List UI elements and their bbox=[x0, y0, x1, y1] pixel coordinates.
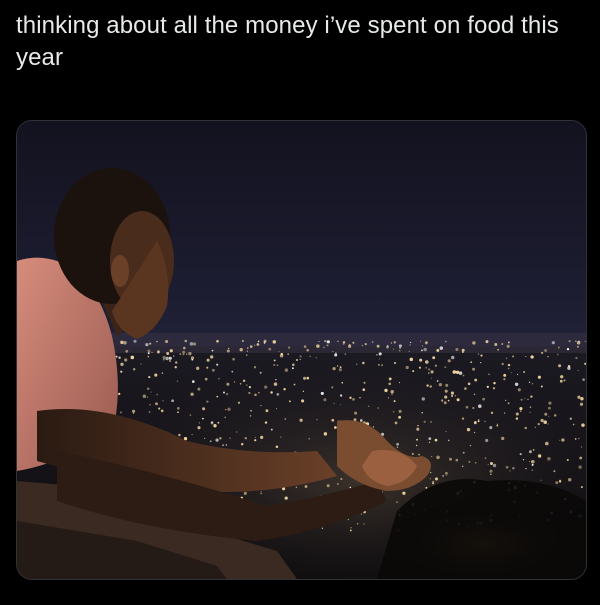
post-photo[interactable] bbox=[16, 120, 587, 580]
night-city-photo bbox=[17, 121, 586, 579]
post-caption: thinking about all the money i’ve spent … bbox=[16, 12, 559, 71]
post-container: thinking about all the money i’ve spent … bbox=[0, 0, 600, 605]
